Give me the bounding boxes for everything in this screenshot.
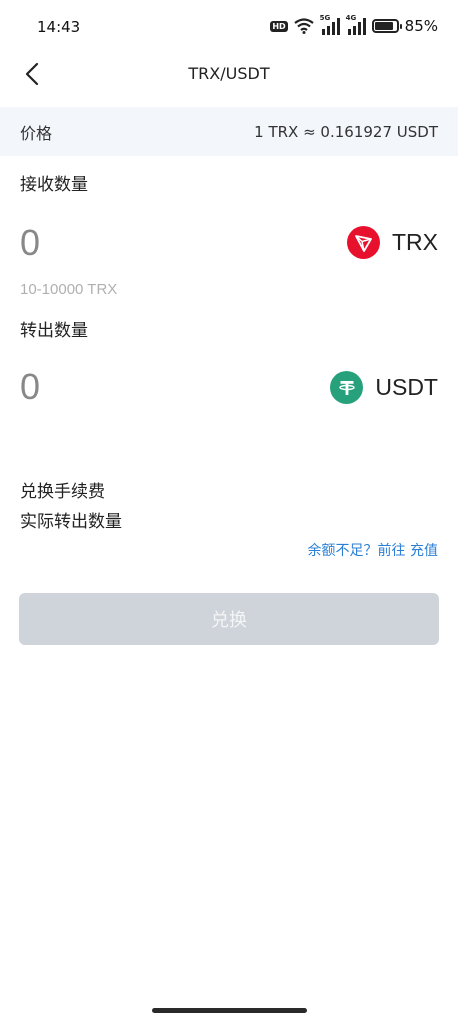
battery-icon <box>371 19 402 33</box>
signal-4g-icon: 4G <box>346 14 366 35</box>
wifi-icon <box>293 18 314 34</box>
tether-logo-icon <box>330 371 364 404</box>
receive-amount-input[interactable] <box>20 222 300 264</box>
status-time: 14:43 <box>37 18 81 36</box>
exchange-button[interactable]: 兑换 <box>19 593 439 645</box>
receive-amount-label: 接收数量 <box>20 175 88 195</box>
battery-percent: 85% <box>404 17 438 35</box>
receive-range-hint: 10-10000 TRX <box>20 281 118 298</box>
exchange-fee-label: 兑换手续费 <box>20 482 105 502</box>
status-icons: HD 5G 4G 85% <box>270 14 438 35</box>
send-coin-name: USDT <box>375 374 438 400</box>
actual-send-amount-label: 实际转出数量 <box>20 512 122 532</box>
hd-icon: HD <box>270 20 288 32</box>
status-bar: 14:43 HD 5G 4G 85% <box>0 0 458 56</box>
tron-logo-icon <box>347 226 380 259</box>
receive-coin[interactable]: TRX <box>347 226 438 259</box>
price-label: 价格 <box>20 123 53 143</box>
home-indicator <box>152 1008 307 1013</box>
price-row: 价格 1 TRX ≈ 0.161927 USDT <box>0 107 458 156</box>
send-coin[interactable]: USDT <box>330 371 438 404</box>
nav-bar: TRX/USDT <box>0 52 458 96</box>
receive-coin-name: TRX <box>392 229 438 255</box>
signal-5g-icon: 5G <box>320 14 340 35</box>
battery-level-fill <box>374 22 393 30</box>
price-value: 1 TRX ≈ 0.161927 USDT <box>254 122 438 141</box>
send-amount-label: 转出数量 <box>20 321 88 341</box>
page-title: TRX/USDT <box>188 64 270 83</box>
topup-link[interactable]: 余额不足？前往 充值 <box>308 540 438 560</box>
send-amount-input[interactable] <box>20 366 300 408</box>
